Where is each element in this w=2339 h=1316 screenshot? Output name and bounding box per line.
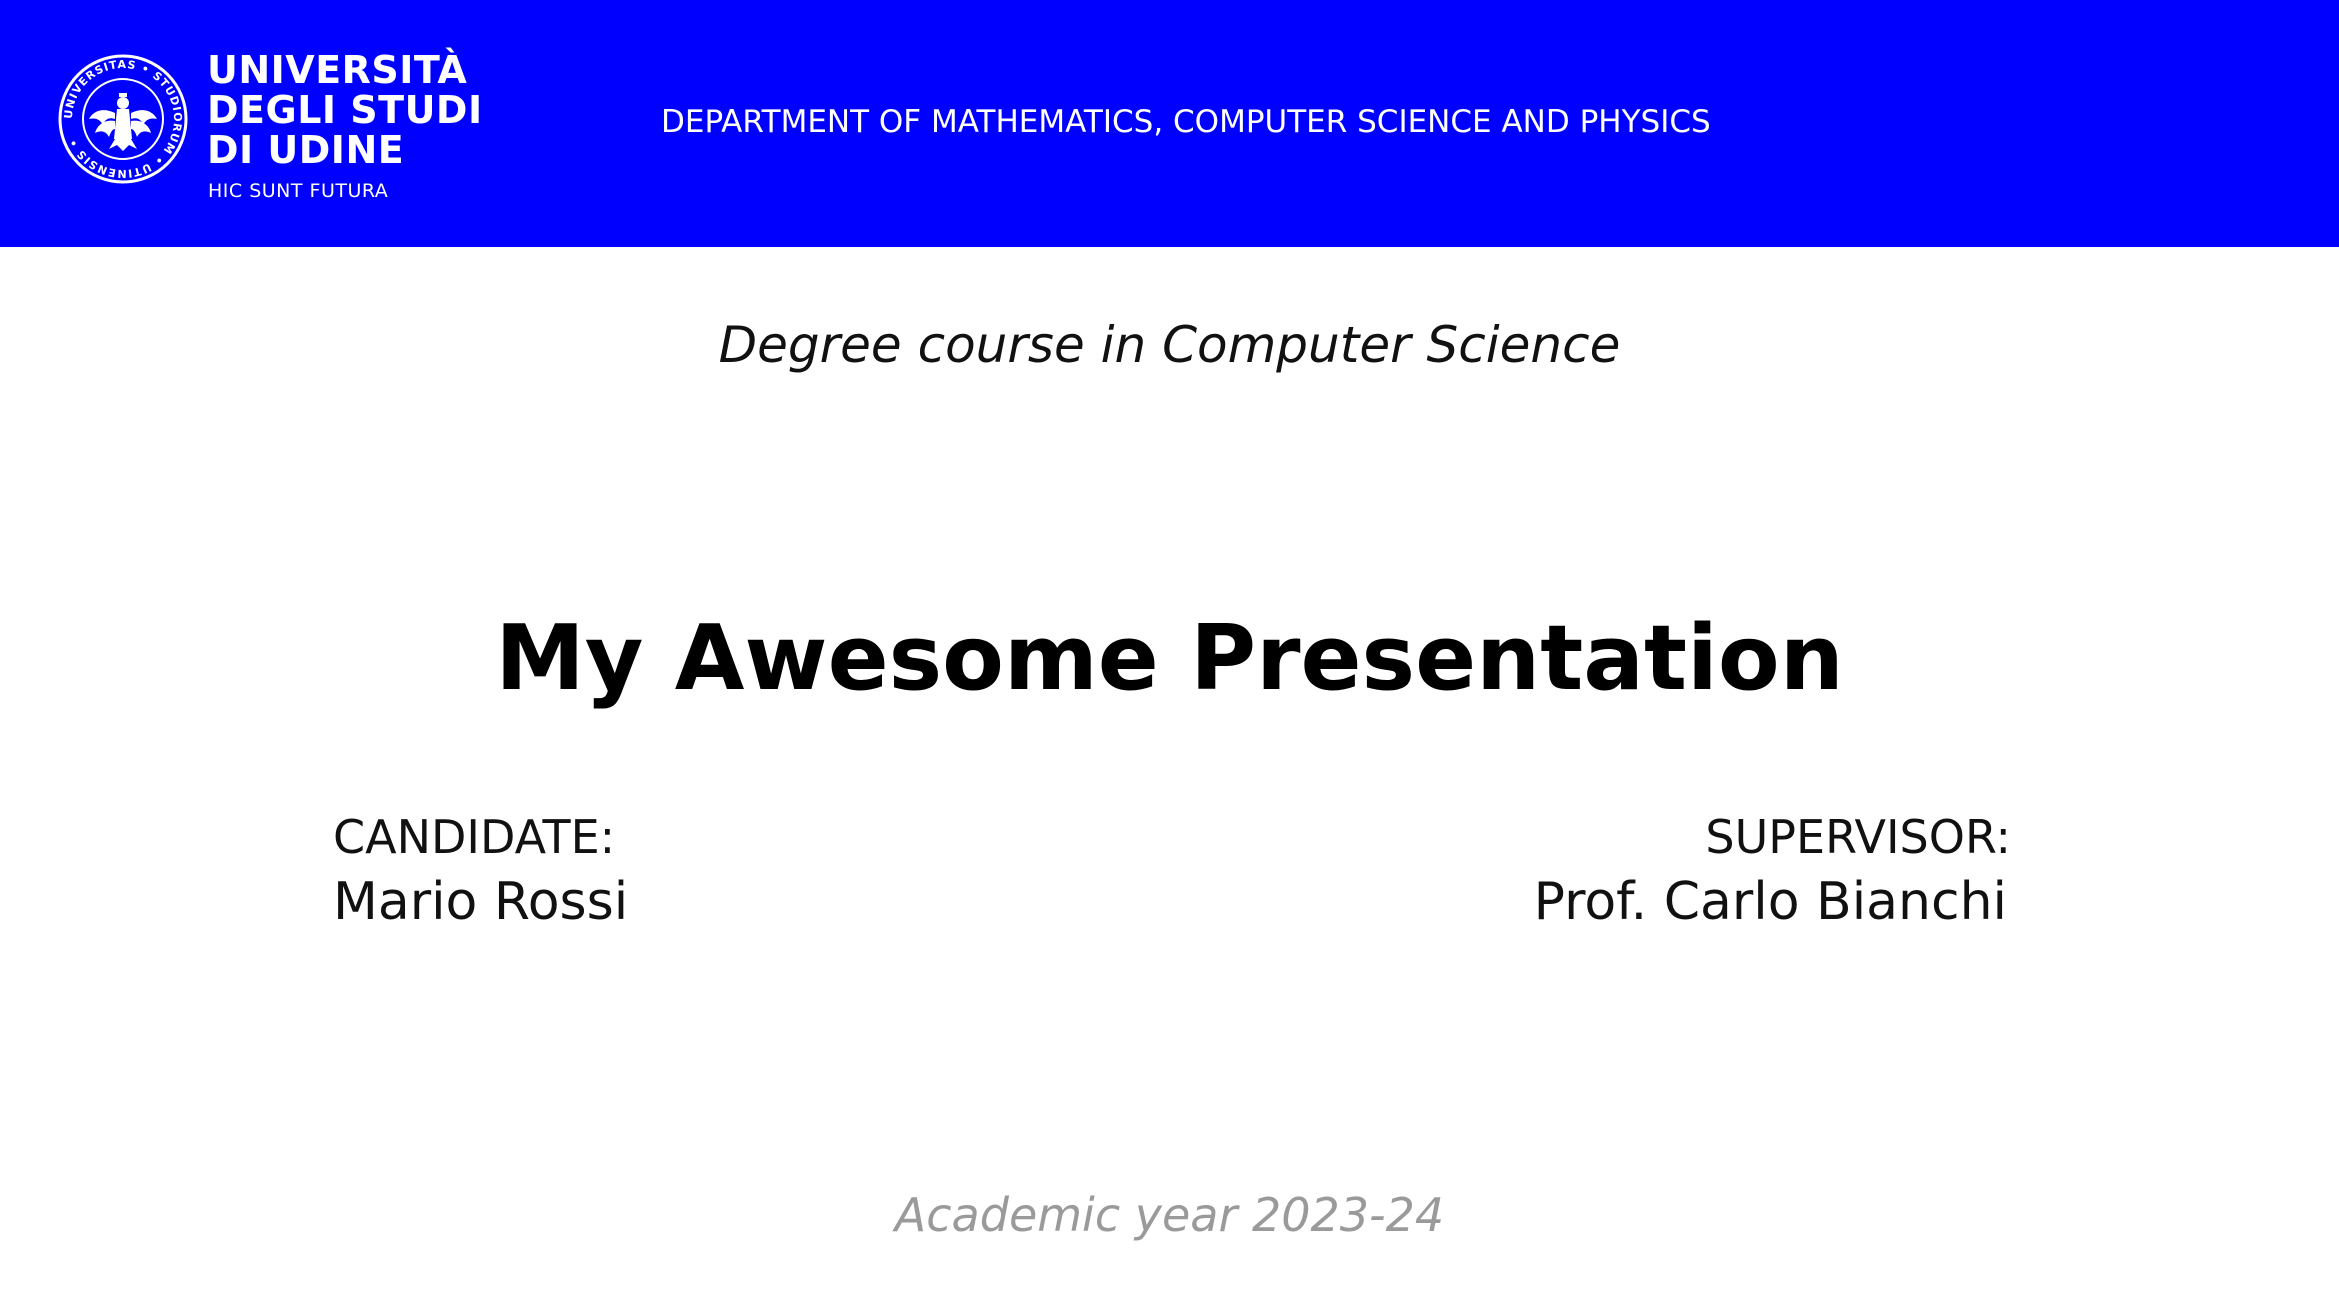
header-banner: UNIVERSITAS • STUDIORUM • UTINENSIS • UN… (0, 0, 2339, 247)
university-name: UNIVERSITÀ DEGLI STUDI DI UDINE (207, 50, 483, 170)
department-name: DEPARTMENT OF MATHEMATICS, COMPUTER SCIE… (661, 104, 1711, 140)
supervisor-name: Prof. Carlo Bianchi (1533, 872, 2007, 932)
academic-year: Academic year 2023-24 (894, 1188, 1445, 1242)
university-name-line-1: UNIVERSITÀ (207, 48, 468, 92)
candidate-label: CANDIDATE: (333, 810, 616, 864)
university-name-line-2: DEGLI STUDI (207, 88, 483, 132)
university-motto: HIC SUNT FUTURA (208, 180, 389, 202)
university-seal-icon: UNIVERSITAS • STUDIORUM • UTINENSIS • (58, 54, 188, 184)
university-name-line-3: DI UDINE (207, 128, 405, 172)
title-slide: UNIVERSITAS • STUDIORUM • UTINENSIS • UN… (0, 0, 2339, 1316)
candidate-name: Mario Rossi (333, 872, 629, 932)
degree-course: Degree course in Computer Science (718, 316, 1621, 374)
presentation-title: My Awesome Presentation (495, 606, 1844, 711)
supervisor-label: SUPERVISOR: (1705, 810, 2011, 864)
